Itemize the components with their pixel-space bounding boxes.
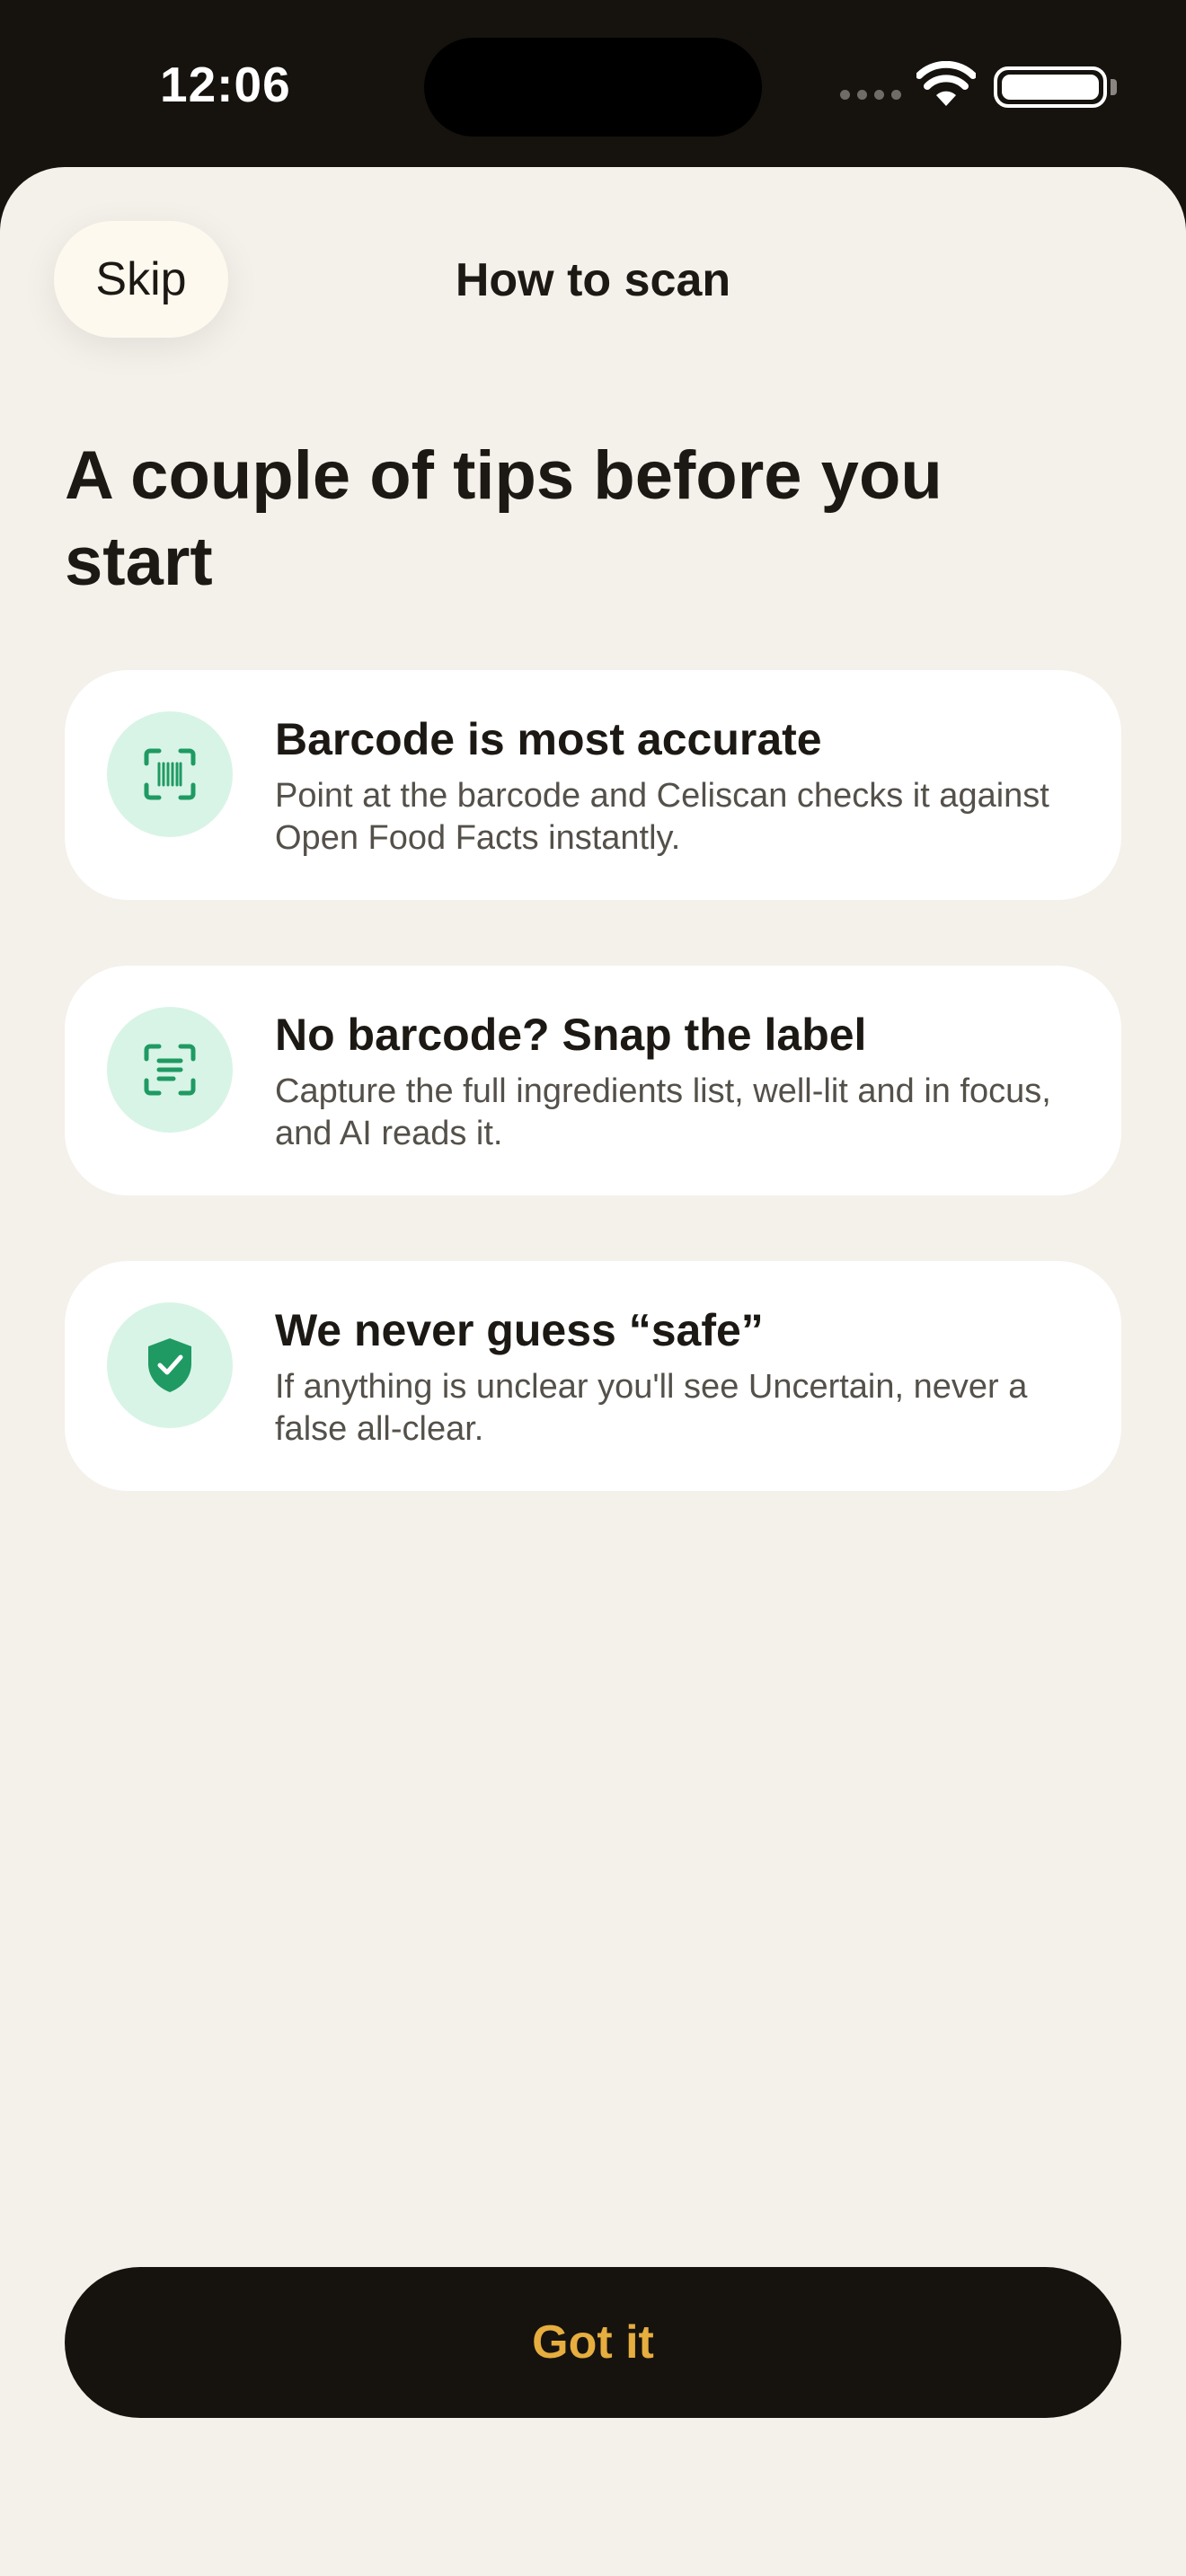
shield-check-icon bbox=[148, 1338, 191, 1392]
tip-title: Barcode is most accurate bbox=[275, 714, 822, 764]
tip-description: If anything is unclear you'll see Uncert… bbox=[275, 1368, 1028, 1448]
tip-title: We never guess “safe” bbox=[275, 1305, 764, 1355]
tip-card-barcode: Barcode is most accurate Point at the ba… bbox=[65, 670, 1121, 900]
onboarding-sheet: Skip How to scan A couple of tips before… bbox=[0, 167, 1186, 2576]
tip-description: Point at the barcode and Celiscan checks… bbox=[275, 777, 1049, 857]
icon-badge bbox=[107, 1007, 233, 1133]
tip-card-label: No barcode? Snap the label Capture the f… bbox=[65, 966, 1121, 1195]
nav-title: How to scan bbox=[455, 254, 731, 306]
tip-card-safety: We never guess “safe” If anything is unc… bbox=[65, 1261, 1121, 1491]
battery-icon bbox=[994, 66, 1107, 108]
status-time: 12:06 bbox=[160, 57, 291, 112]
icon-badge bbox=[107, 711, 233, 837]
icon-badge bbox=[107, 1302, 233, 1428]
status-bar: 12:06 bbox=[0, 0, 1186, 171]
tip-title: No barcode? Snap the label bbox=[275, 1010, 867, 1060]
tip-description: Capture the full ingredients list, well-… bbox=[275, 1072, 1051, 1152]
cellular-signal-icon bbox=[840, 90, 901, 100]
barcode-scan-icon bbox=[144, 748, 196, 800]
battery-cap bbox=[1111, 79, 1117, 95]
page-headline: A couple of tips before you start bbox=[65, 437, 943, 600]
label-scan-icon bbox=[144, 1044, 196, 1096]
dynamic-island bbox=[424, 38, 762, 137]
got-it-button[interactable]: Got it bbox=[65, 2267, 1121, 2418]
wifi-icon bbox=[916, 61, 976, 106]
